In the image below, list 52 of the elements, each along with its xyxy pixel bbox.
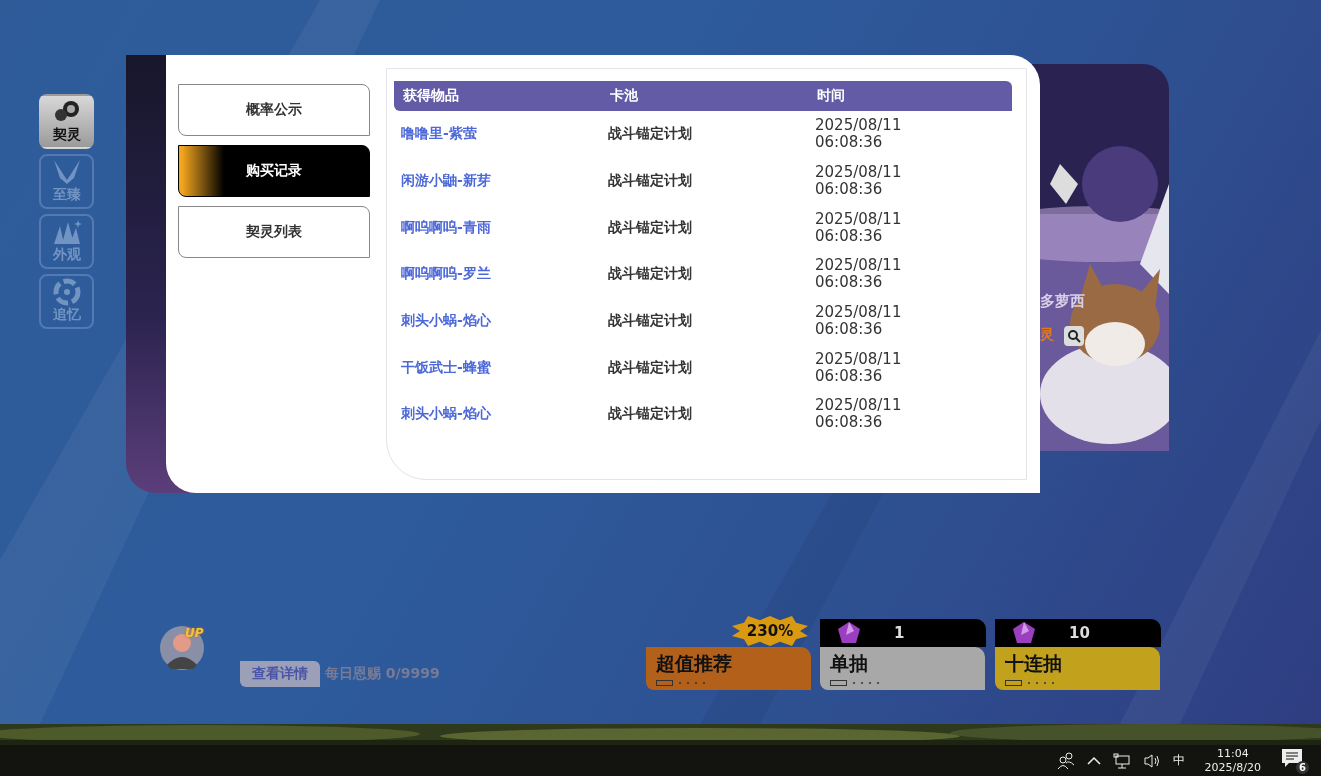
character-tag: 灵 — [1040, 326, 1054, 344]
item-name: 干饭武士-蜂蜜 — [401, 358, 492, 377]
timestamp: 2025/08/11 06:08:36 — [815, 350, 903, 385]
draw-title: 十连抽 — [1005, 650, 1063, 676]
people-icon[interactable] — [1056, 751, 1075, 770]
draw-button[interactable]: 十连抽 — [995, 647, 1160, 690]
column-header: 时间 — [817, 87, 846, 105]
pool-name: 战斗锚定计划 — [608, 358, 693, 377]
timestamp: 2025/08/11 06:08:36 — [815, 304, 903, 339]
tab[interactable]: 概率公示 — [178, 84, 370, 136]
column-header: 获得物品 — [403, 87, 460, 105]
search-icon[interactable] — [1064, 326, 1084, 346]
timestamp: 2025/08/11 06:08:36 — [815, 397, 903, 432]
item-name: 噜噜里-紫萤 — [401, 125, 478, 144]
pool-name: 战斗锚定计划 — [608, 218, 693, 237]
pool-name: 战斗锚定计划 — [608, 312, 693, 331]
draw-title: 单抽 — [830, 650, 869, 676]
offer-card[interactable]: 超值推荐 — [646, 647, 811, 690]
item-name: 刺头小蜗-焰心 — [401, 312, 492, 331]
side-nav-tab[interactable]: 契灵 — [39, 94, 94, 149]
timestamp: 2025/08/11 06:08:36 — [815, 164, 903, 199]
draw-button[interactable]: 单抽 — [820, 647, 985, 690]
timestamp: 2025/08/11 06:08:36 — [815, 117, 903, 152]
item-name: 闲游小鼬-新芽 — [401, 172, 492, 191]
offer-title: 超值推荐 — [656, 650, 733, 676]
crystal-icon — [836, 621, 862, 645]
starburst-icon — [732, 616, 808, 646]
input-method-indicator[interactable]: 中 — [1172, 752, 1185, 769]
item-name: 刺头小蜗-焰心 — [401, 405, 492, 424]
pool-name: 战斗锚定计划 — [608, 125, 693, 144]
item-name: 啊呜啊呜-罗兰 — [401, 265, 492, 284]
column-header: 卡池 — [610, 87, 639, 105]
avatar-icon[interactable] — [159, 625, 205, 671]
pool-name: 战斗锚定计划 — [608, 172, 693, 191]
item-name: 啊呜啊呜-青雨 — [401, 218, 492, 237]
tab[interactable]: 购买记录 — [178, 145, 370, 197]
speaker-icon[interactable] — [1142, 752, 1161, 769]
tab[interactable]: 契灵列表 — [178, 206, 370, 258]
draw-cost: 10 — [1069, 624, 1090, 642]
character-name: 多萝西 — [1040, 292, 1085, 311]
timestamp: 2025/08/11 06:08:36 — [815, 210, 903, 245]
monitor-icon[interactable] — [1112, 752, 1131, 769]
clock[interactable]: 11:04 2025/8/20 — [1204, 746, 1261, 775]
pool-name: 战斗锚定计划 — [608, 405, 693, 424]
notification-count: 6 — [1296, 760, 1309, 774]
bonus-label: 230% — [746, 622, 794, 640]
caret-icon[interactable] — [1086, 755, 1101, 766]
crystal-icon — [1011, 621, 1037, 645]
timestamp: 2025/08/11 06:08:36 — [815, 257, 903, 292]
daily-reward-count: 每日恩赐 0/9999 — [325, 665, 440, 683]
pool-name: 战斗锚定计划 — [608, 265, 693, 284]
draw-cost: 1 — [894, 624, 905, 642]
